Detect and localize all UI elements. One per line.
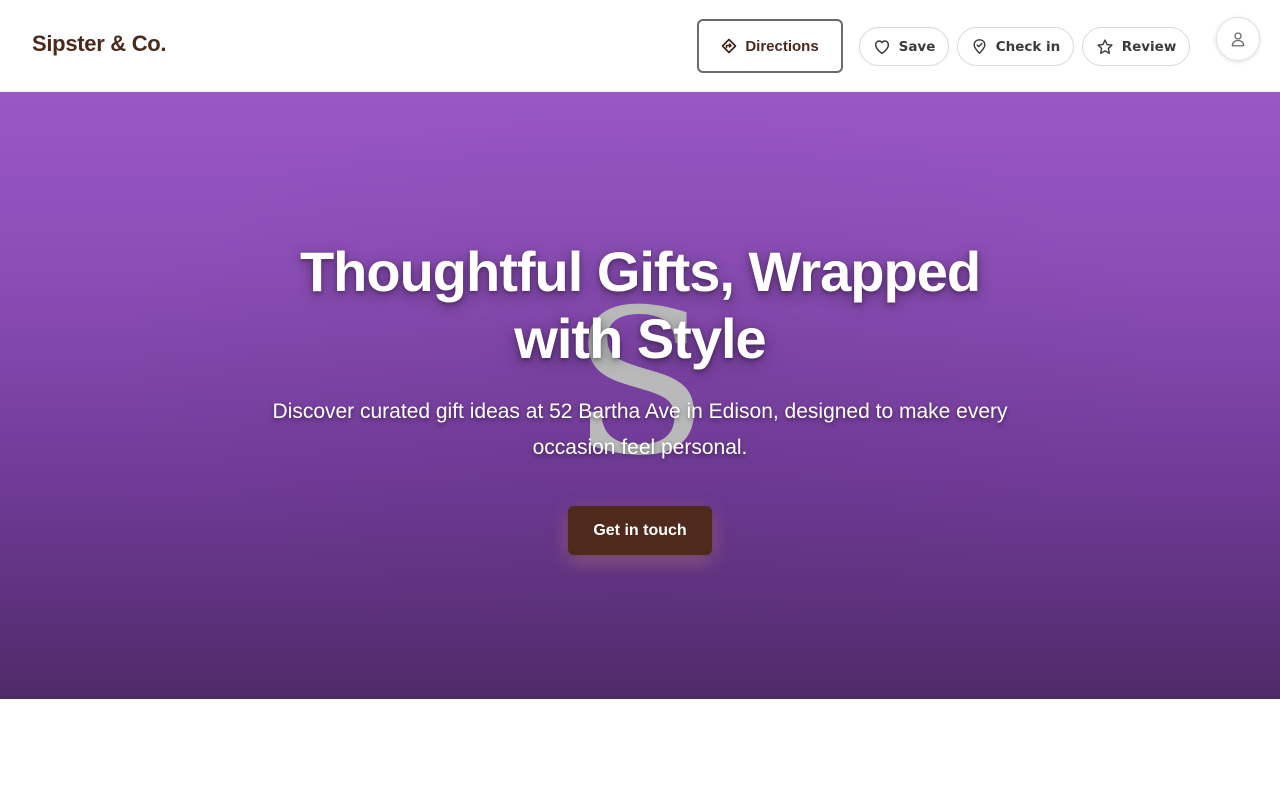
- check-in-button[interactable]: Check in: [957, 27, 1074, 66]
- heart-icon: [873, 38, 891, 56]
- get-in-touch-button[interactable]: Get in touch: [568, 506, 712, 555]
- review-label: Review: [1121, 38, 1177, 55]
- brand-logo[interactable]: Sipster & Co.: [32, 31, 167, 57]
- user-icon: [1229, 30, 1247, 48]
- directions-icon: [721, 38, 737, 54]
- save-button[interactable]: Save: [859, 27, 949, 66]
- hero-section: S Thoughtful Gifts, Wrapped with Style D…: [0, 92, 1280, 699]
- check-in-label: Check in: [995, 38, 1061, 55]
- site-header: Sipster & Co. Directions Save Check in R…: [0, 0, 1280, 92]
- directions-label: Directions: [745, 37, 819, 55]
- star-icon: [1096, 38, 1114, 56]
- review-button[interactable]: Review: [1082, 27, 1190, 66]
- map-pin-icon: [971, 38, 988, 55]
- save-label: Save: [898, 38, 936, 55]
- directions-button[interactable]: Directions: [697, 19, 843, 73]
- account-button[interactable]: [1216, 17, 1260, 61]
- hero-subtitle: Discover curated gift ideas at 52 Bartha…: [272, 400, 1008, 459]
- hero-title: Thoughtful Gifts, Wrapped with Style: [299, 240, 981, 370]
